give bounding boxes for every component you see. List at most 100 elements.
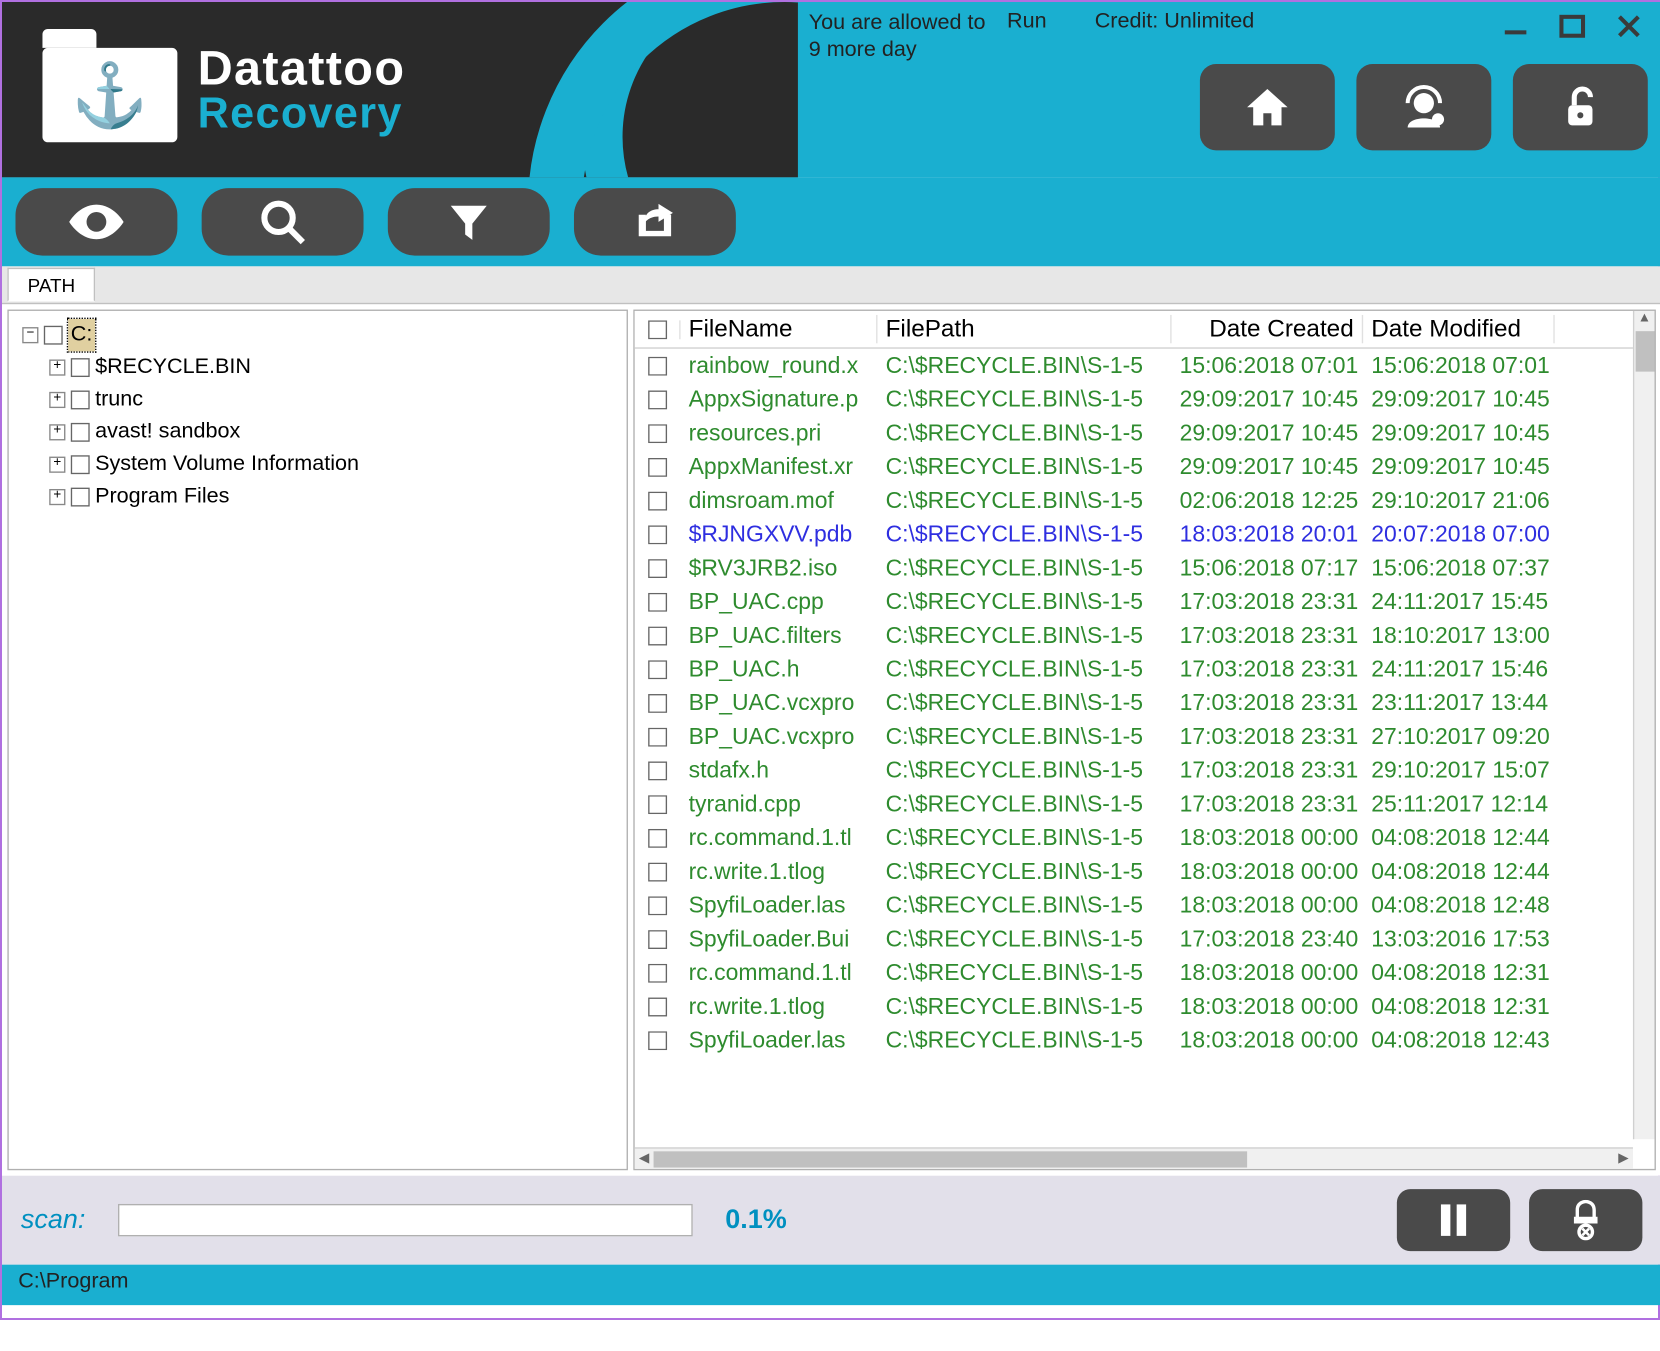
row-checkbox[interactable]	[648, 491, 667, 510]
file-row[interactable]: SpyfiLoader.las C:\$RECYCLE.BIN\S-1-5 18…	[635, 1023, 1655, 1057]
logo-icon: ⚓	[42, 29, 177, 150]
file-row[interactable]: resources.pri C:\$RECYCLE.BIN\S-1-5 29:0…	[635, 416, 1655, 450]
filter-button[interactable]	[388, 188, 550, 255]
run-label: Run	[1007, 10, 1047, 34]
row-checkbox[interactable]	[648, 424, 667, 443]
maximize-button[interactable]	[1553, 10, 1591, 42]
content-area: PATH − C: + $RECYCLE.BIN + trunc + a	[2, 266, 1660, 1175]
file-row[interactable]: $RJNGXVV.pdb C:\$RECYCLE.BIN\S-1-5 18:03…	[635, 517, 1655, 551]
row-checkbox[interactable]	[648, 997, 667, 1016]
home-button[interactable]	[1200, 64, 1335, 150]
file-row[interactable]: dimsroam.mof C:\$RECYCLE.BIN\S-1-5 02:06…	[635, 484, 1655, 518]
cell-filepath: C:\$RECYCLE.BIN\S-1-5	[878, 689, 1172, 716]
close-button[interactable]	[1610, 10, 1648, 42]
row-checkbox[interactable]	[648, 929, 667, 948]
cell-filepath: C:\$RECYCLE.BIN\S-1-5	[878, 656, 1172, 683]
checkbox[interactable]	[71, 423, 90, 442]
file-row[interactable]: stdafx.h C:\$RECYCLE.BIN\S-1-5 17:03:201…	[635, 753, 1655, 787]
file-row[interactable]: SpyfiLoader.las C:\$RECYCLE.BIN\S-1-5 18…	[635, 888, 1655, 922]
tab-path[interactable]: PATH	[7, 268, 95, 302]
file-row[interactable]: $RV3JRB2.iso C:\$RECYCLE.BIN\S-1-5 15:06…	[635, 551, 1655, 585]
tree-item[interactable]: avast! sandbox	[95, 416, 240, 448]
tree-item[interactable]: System Volume Information	[95, 449, 359, 481]
file-row[interactable]: rc.command.1.tl C:\$RECYCLE.BIN\S-1-5 18…	[635, 821, 1655, 855]
cell-created: 29:09:2017 10:45	[1172, 453, 1364, 480]
checkbox[interactable]	[71, 391, 90, 410]
row-checkbox[interactable]	[648, 693, 667, 712]
cell-created: 17:03:2018 23:31	[1172, 689, 1364, 716]
expand-icon[interactable]: +	[49, 424, 65, 440]
expand-icon[interactable]: +	[49, 489, 65, 505]
tree-item[interactable]: Program Files	[95, 481, 229, 513]
row-checkbox[interactable]	[648, 390, 667, 409]
file-row[interactable]: rc.write.1.tlog C:\$RECYCLE.BIN\S-1-5 18…	[635, 855, 1655, 889]
expand-icon[interactable]: +	[49, 457, 65, 473]
minimize-button[interactable]	[1497, 10, 1535, 42]
unlock-button[interactable]	[1513, 64, 1648, 150]
expand-icon[interactable]: +	[49, 392, 65, 408]
row-checkbox[interactable]	[648, 660, 667, 679]
vertical-scrollbar[interactable]: ▲	[1633, 311, 1655, 1139]
cell-modified: 25:11:2017 12:14	[1363, 790, 1555, 817]
file-row[interactable]: rc.command.1.tl C:\$RECYCLE.BIN\S-1-5 18…	[635, 956, 1655, 990]
row-checkbox[interactable]	[648, 592, 667, 611]
collapse-icon[interactable]: −	[22, 327, 38, 343]
credit-label: Credit: Unlimited	[1095, 10, 1255, 34]
row-checkbox[interactable]	[648, 558, 667, 577]
cell-created: 15:06:2018 07:01	[1172, 352, 1364, 379]
file-row[interactable]: BP_UAC.vcxpro C:\$RECYCLE.BIN\S-1-5 17:0…	[635, 720, 1655, 754]
row-checkbox[interactable]	[648, 356, 667, 375]
row-checkbox[interactable]	[648, 626, 667, 645]
expand-icon[interactable]: +	[49, 359, 65, 375]
progress-bar	[118, 1204, 693, 1236]
file-row[interactable]: AppxManifest.xr C:\$RECYCLE.BIN\S-1-5 29…	[635, 450, 1655, 484]
tree-item[interactable]: $RECYCLE.BIN	[95, 351, 251, 383]
cell-modified: 04:08:2018 12:48	[1363, 892, 1555, 919]
row-checkbox[interactable]	[648, 761, 667, 780]
cell-filename: BP_UAC.vcxpro	[681, 723, 878, 750]
row-checkbox[interactable]	[648, 795, 667, 814]
cell-created: 17:03:2018 23:31	[1172, 757, 1364, 784]
row-checkbox[interactable]	[648, 963, 667, 982]
checkbox[interactable]	[44, 326, 63, 345]
file-row[interactable]: BP_UAC.vcxpro C:\$RECYCLE.BIN\S-1-5 17:0…	[635, 686, 1655, 720]
file-row[interactable]: BP_UAC.filters C:\$RECYCLE.BIN\S-1-5 17:…	[635, 618, 1655, 652]
column-date-created[interactable]: Date Created	[1172, 315, 1364, 343]
cell-filepath: C:\$RECYCLE.BIN\S-1-5	[878, 824, 1172, 851]
file-row[interactable]: AppxSignature.p C:\$RECYCLE.BIN\S-1-5 29…	[635, 382, 1655, 416]
file-row[interactable]: BP_UAC.h C:\$RECYCLE.BIN\S-1-5 17:03:201…	[635, 652, 1655, 686]
cell-filename: resources.pri	[681, 420, 878, 447]
search-button[interactable]	[202, 188, 364, 255]
tree-item[interactable]: trunc	[95, 384, 143, 416]
horizontal-scrollbar[interactable]: ◀▶	[635, 1147, 1633, 1169]
checkbox[interactable]	[71, 488, 90, 507]
row-checkbox[interactable]	[648, 1031, 667, 1050]
checkbox[interactable]	[71, 455, 90, 474]
column-date-modified[interactable]: Date Modified	[1363, 315, 1555, 343]
row-checkbox[interactable]	[648, 457, 667, 476]
file-row[interactable]: BP_UAC.cpp C:\$RECYCLE.BIN\S-1-5 17:03:2…	[635, 585, 1655, 619]
export-button[interactable]	[574, 188, 736, 255]
row-checkbox[interactable]	[648, 896, 667, 915]
file-row[interactable]: SpyfiLoader.Bui C:\$RECYCLE.BIN\S-1-5 17…	[635, 922, 1655, 956]
column-filename[interactable]: FileName	[681, 315, 878, 343]
cell-filename: rc.write.1.tlog	[681, 858, 878, 885]
support-button[interactable]	[1356, 64, 1491, 150]
cell-created: 18:03:2018 20:01	[1172, 521, 1364, 548]
file-row[interactable]: tyranid.cpp C:\$RECYCLE.BIN\S-1-5 17:03:…	[635, 787, 1655, 821]
folder-tree[interactable]: − C: + $RECYCLE.BIN + trunc + avast! san…	[7, 310, 628, 1171]
row-checkbox[interactable]	[648, 828, 667, 847]
view-button[interactable]	[15, 188, 177, 255]
column-filepath[interactable]: FilePath	[878, 315, 1172, 343]
tree-root[interactable]: C:	[68, 319, 95, 351]
row-checkbox[interactable]	[648, 862, 667, 881]
cell-filename: BP_UAC.filters	[681, 622, 878, 649]
checkbox[interactable]	[71, 358, 90, 377]
file-row[interactable]: rc.write.1.tlog C:\$RECYCLE.BIN\S-1-5 18…	[635, 989, 1655, 1023]
pause-button[interactable]	[1397, 1189, 1510, 1251]
row-checkbox[interactable]	[648, 727, 667, 746]
stop-button[interactable]	[1529, 1189, 1642, 1251]
row-checkbox[interactable]	[648, 525, 667, 544]
select-all-checkbox[interactable]	[647, 320, 666, 339]
file-row[interactable]: rainbow_round.x C:\$RECYCLE.BIN\S-1-5 15…	[635, 349, 1655, 383]
